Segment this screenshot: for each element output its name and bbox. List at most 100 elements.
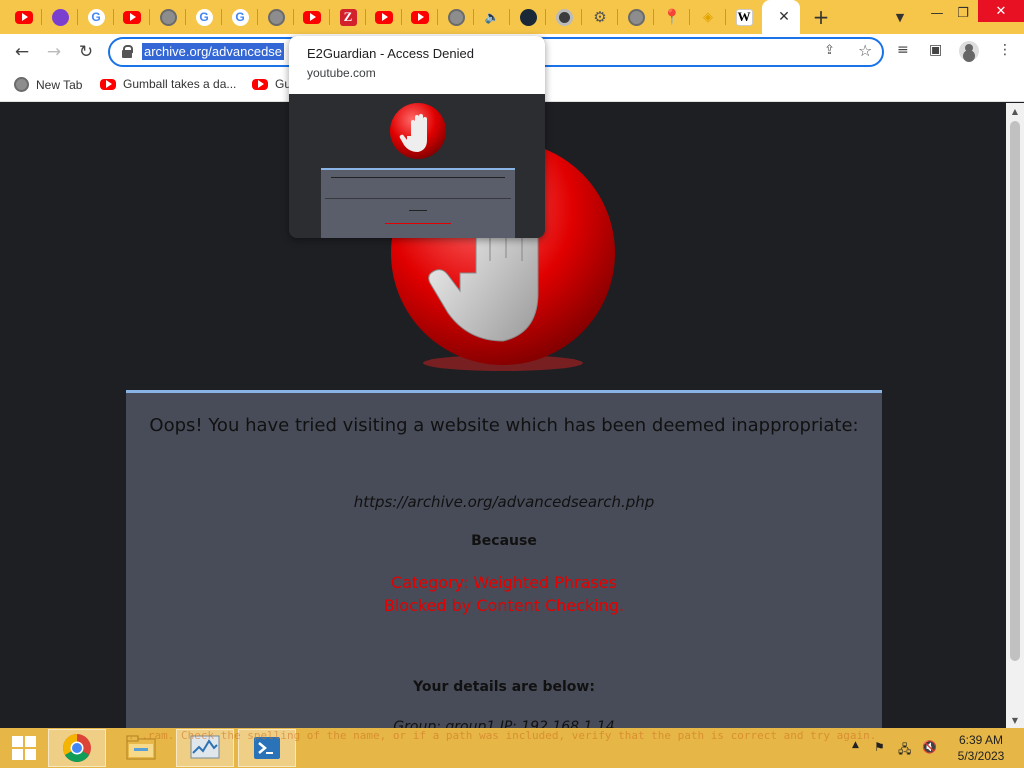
- details-value: Group: group1 IP: 192.168.1.14: [393, 719, 615, 728]
- preview-thumbnail: [321, 168, 515, 238]
- bookmark-label: Gumball takes a da...: [123, 77, 237, 91]
- scroll-up-arrow-icon[interactable]: ▲: [1006, 103, 1024, 119]
- chip-icon: ◈: [703, 9, 713, 25]
- kebab-menu-icon[interactable]: ⋮: [998, 42, 1012, 58]
- tab-zotero[interactable]: Z: [330, 0, 366, 34]
- tab-google-2[interactable]: G: [186, 0, 222, 34]
- window-close-button[interactable]: ✕: [978, 0, 1024, 22]
- speaker-icon: 🔈: [484, 10, 500, 24]
- bookmark-gumball[interactable]: Gumball takes a da...: [100, 77, 236, 91]
- tab-globe-2[interactable]: [258, 0, 294, 34]
- side-panel-icon[interactable]: ▣: [929, 42, 942, 58]
- minimize-button[interactable]: —: [922, 0, 952, 26]
- taskbar-clock[interactable]: 6:39 AM 5/3/2023: [948, 732, 1014, 764]
- arrow-left-icon: ←: [14, 42, 30, 62]
- tab-settings[interactable]: ⚙: [582, 0, 618, 34]
- denied-panel: Oops! You have tried visiting a website …: [126, 390, 882, 728]
- tab-hover-preview: E2Guardian - Access Denied youtube.com: [289, 36, 545, 238]
- vertical-scrollbar[interactable]: ▲ ▼: [1006, 103, 1024, 728]
- minimize-icon: —: [930, 5, 944, 21]
- bookmark-new-tab[interactable]: New Tab: [14, 77, 82, 92]
- tab-maps[interactable]: 📍: [654, 0, 690, 34]
- clock-time: 6:39 AM: [958, 733, 1004, 747]
- scroll-down-arrow-icon[interactable]: ▼: [1006, 712, 1024, 728]
- preview-title: E2Guardian - Access Denied: [307, 46, 474, 61]
- youtube-icon: [15, 10, 33, 24]
- taskbar-chrome[interactable]: [48, 729, 106, 767]
- globe-icon: [14, 77, 29, 92]
- preview-stop-hand-icon: [390, 103, 446, 159]
- flag-icon[interactable]: ⚑: [874, 740, 885, 754]
- media-control-icon[interactable]: ≡: [897, 42, 909, 58]
- globe-icon: [447, 8, 465, 26]
- start-button[interactable]: [0, 728, 48, 768]
- purple-icon: [51, 8, 69, 26]
- restore-button[interactable]: ❐: [950, 0, 976, 26]
- reason-category: Category: Weighted Phrases: [391, 573, 617, 592]
- bookmark-gu[interactable]: Gu: [252, 77, 291, 91]
- tab-search-button[interactable]: ▼: [888, 0, 912, 34]
- taskbar-file-explorer[interactable]: [112, 729, 170, 767]
- preview-header: E2Guardian - Access Denied youtube.com: [289, 36, 545, 94]
- taskbar-task-manager[interactable]: [176, 729, 234, 767]
- new-tab-button[interactable]: +: [806, 0, 836, 34]
- close-icon: ✕: [995, 3, 1007, 19]
- volume-muted-icon[interactable]: 🔇: [922, 740, 937, 754]
- google-icon: G: [195, 8, 213, 26]
- star-icon[interactable]: ☆: [858, 41, 872, 60]
- clock-date: 5/3/2023: [957, 749, 1005, 763]
- globe-icon: [627, 8, 645, 26]
- task-manager-icon: [190, 735, 220, 759]
- details-heading: Your details are below:: [413, 679, 595, 695]
- globe-icon: [267, 8, 285, 26]
- forward-button[interactable]: →: [42, 40, 66, 64]
- chrome-icon: [63, 734, 91, 762]
- tab-strip: G G G Z 🔈 ⚙ 📍 ◈ W ✕ + ▼ — ❐ ✕: [0, 0, 1024, 34]
- tab-globe-4[interactable]: [618, 0, 654, 34]
- preview-host: youtube.com: [307, 66, 376, 80]
- tab-google-3[interactable]: G: [222, 0, 258, 34]
- tab-wikipedia[interactable]: W: [726, 0, 762, 34]
- tab-youtube-3[interactable]: [366, 0, 402, 34]
- google-icon: G: [87, 8, 105, 26]
- tab-google-1[interactable]: G: [78, 0, 114, 34]
- plus-icon: +: [812, 5, 830, 29]
- page-title: Oops! You have tried visiting a website …: [149, 415, 859, 436]
- tab-purple[interactable]: [42, 0, 78, 34]
- tab-steam[interactable]: [510, 0, 546, 34]
- reason-detail: Blocked by Content Checking.: [383, 596, 625, 615]
- share-icon[interactable]: ⇪: [824, 43, 835, 58]
- windows-logo-icon: [12, 736, 36, 760]
- tab-chrome[interactable]: [546, 0, 582, 34]
- tab-youtube-2[interactable]: [114, 0, 150, 34]
- powershell-icon: [254, 737, 280, 759]
- scroll-thumb[interactable]: [1010, 121, 1020, 661]
- taskbar-powershell[interactable]: [238, 729, 296, 767]
- arrow-right-icon: →: [46, 42, 62, 62]
- network-icon[interactable]: 🖧: [898, 740, 911, 761]
- tab-chip[interactable]: ◈: [690, 0, 726, 34]
- tab-youtube-4[interactable]: [402, 0, 438, 34]
- youtube-icon: [123, 10, 141, 24]
- blocked-url: https://archive.org/advancedsearch.php: [353, 493, 655, 511]
- folder-icon: [126, 735, 156, 760]
- back-button[interactable]: ←: [10, 40, 34, 64]
- reload-button[interactable]: ↻: [74, 40, 98, 64]
- avatar[interactable]: [959, 41, 979, 61]
- tab-youtube-hovered[interactable]: [294, 0, 330, 34]
- close-tab-button[interactable]: ✕: [772, 0, 796, 34]
- tab-youtube-1[interactable]: [6, 0, 42, 34]
- tab-audio[interactable]: 🔈: [474, 0, 510, 34]
- steam-icon: [519, 8, 537, 26]
- url-text[interactable]: archive.org/advancedse: [142, 43, 285, 60]
- show-hidden-icons-icon[interactable]: ▲: [852, 740, 859, 750]
- tab-globe-3[interactable]: [438, 0, 474, 34]
- chrome-icon: [555, 8, 573, 26]
- lock-icon: [122, 45, 133, 58]
- restore-icon: ❐: [957, 5, 969, 21]
- youtube-icon: [411, 10, 429, 24]
- chevron-down-icon: ▼: [895, 10, 905, 24]
- tab-globe-1[interactable]: [150, 0, 186, 34]
- youtube-icon: [303, 10, 321, 24]
- maps-icon: 📍: [662, 8, 682, 26]
